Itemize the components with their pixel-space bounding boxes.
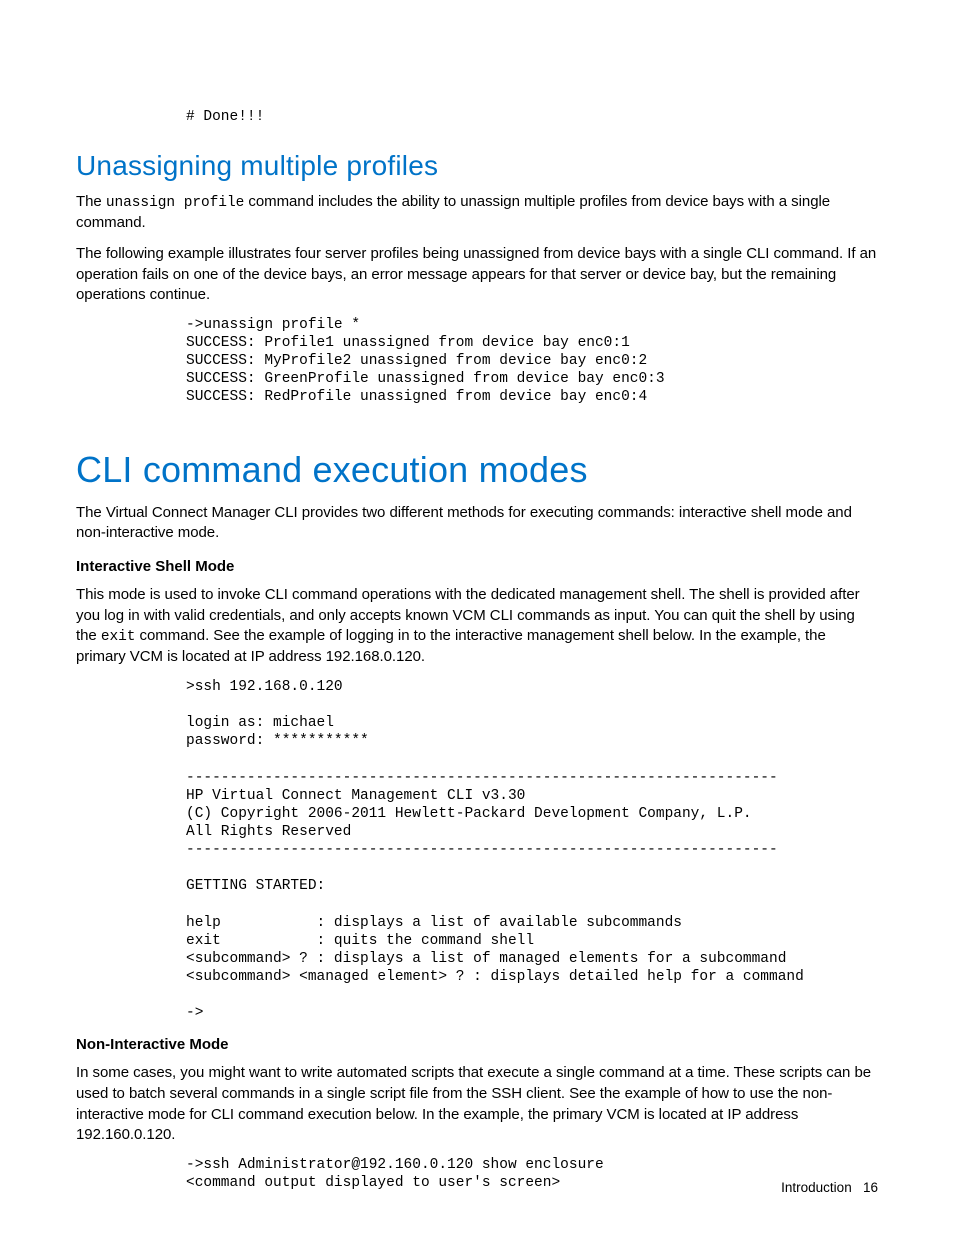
paragraph-interactive-desc: This mode is used to invoke CLI command … <box>76 585 878 668</box>
paragraph-noninteractive-desc: In some cases, you might want to write a… <box>76 1063 878 1146</box>
paragraph-unassign-intro: The unassign profile command includes th… <box>76 192 878 234</box>
code-interactive-session: >ssh 192.168.0.120 login as: michael pas… <box>186 678 878 1022</box>
inline-code-exit: exit <box>101 629 136 645</box>
heading-unassigning-multiple-profiles: Unassigning multiple profiles <box>76 150 878 182</box>
heading-cli-command-execution-modes: CLI command execution modes <box>76 449 878 491</box>
subheading-interactive-shell-mode: Interactive Shell Mode <box>76 558 878 575</box>
code-unassign-output: ->unassign profile * SUCCESS: Profile1 u… <box>186 316 878 407</box>
paragraph-unassign-example: The following example illustrates four s… <box>76 244 878 306</box>
text: The <box>76 193 106 210</box>
subheading-non-interactive-mode: Non-Interactive Mode <box>76 1036 878 1053</box>
page-content: # Done!!! Unassigning multiple profiles … <box>0 0 954 1192</box>
footer-page-number: 16 <box>863 1180 878 1195</box>
footer-section-label: Introduction <box>781 1180 852 1195</box>
paragraph-cli-intro: The Virtual Connect Manager CLI provides… <box>76 503 878 544</box>
text: command. See the example of logging in t… <box>76 627 826 665</box>
page-footer: Introduction 16 <box>781 1180 878 1195</box>
code-noninteractive-example: ->ssh Administrator@192.160.0.120 show e… <box>186 1156 878 1192</box>
code-done: # Done!!! <box>186 108 878 126</box>
inline-code-unassign-profile: unassign profile <box>106 195 244 211</box>
